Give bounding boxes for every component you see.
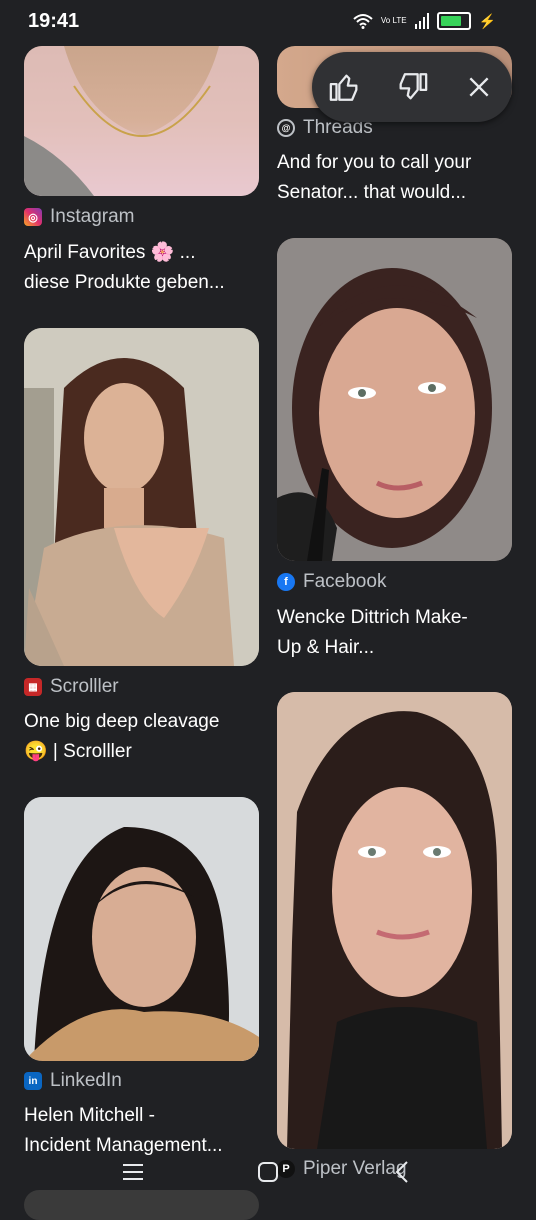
result-source-facebook[interactable]: f Facebook bbox=[277, 571, 386, 593]
result-image-linkedin[interactable] bbox=[24, 797, 259, 1061]
result-title-instagram[interactable]: April Favorites 🌸 ... diese Produkte geb… bbox=[24, 238, 264, 298]
system-nav-bar bbox=[0, 1144, 536, 1200]
close-feedback-button[interactable] bbox=[457, 65, 501, 109]
result-image-instagram[interactable] bbox=[24, 46, 259, 196]
signal-icon bbox=[414, 13, 429, 29]
threads-icon: @ bbox=[277, 119, 295, 137]
battery-icon bbox=[436, 12, 471, 30]
title-line: 😜 | Scrolller bbox=[24, 741, 132, 762]
scrolller-icon: ▦ bbox=[24, 678, 42, 696]
linkedin-icon: in bbox=[24, 1072, 42, 1090]
title-line: Up & Hair... bbox=[277, 637, 375, 658]
result-title-threads[interactable]: And for you to call your Senator... that… bbox=[277, 148, 517, 208]
facebook-icon: f bbox=[277, 573, 295, 591]
thumbs-down-icon bbox=[399, 73, 428, 100]
thumbs-up-icon bbox=[330, 74, 358, 101]
title-line: One big deep cleavage bbox=[24, 711, 220, 732]
title-line: Wencke Dittrich Make- bbox=[277, 607, 468, 628]
source-label: Scrolller bbox=[50, 676, 119, 697]
result-image-piper-verlag[interactable] bbox=[277, 692, 512, 1149]
volte-indicator: Vo LTE bbox=[380, 16, 407, 25]
back-icon bbox=[395, 1161, 408, 1183]
thumbs-up-button[interactable] bbox=[323, 65, 367, 109]
result-title-facebook[interactable]: Wencke Dittrich Make- Up & Hair... bbox=[277, 603, 517, 663]
menu-icon bbox=[123, 1164, 143, 1180]
result-source-linkedin[interactable]: in LinkedIn bbox=[24, 1070, 122, 1092]
thumbs-down-button[interactable] bbox=[390, 65, 434, 109]
source-label: Facebook bbox=[303, 571, 387, 592]
result-image-facebook[interactable] bbox=[277, 238, 512, 561]
charging-icon: ⚡ bbox=[478, 12, 496, 29]
result-source-instagram[interactable]: ◎ Instagram bbox=[24, 206, 134, 228]
back-button[interactable] bbox=[382, 1152, 422, 1192]
status-time: 19:41 bbox=[28, 10, 80, 32]
title-line: Helen Mitchell - bbox=[24, 1105, 155, 1126]
home-icon bbox=[258, 1162, 278, 1182]
title-line: diese Produkte geben... bbox=[24, 272, 225, 293]
result-source-scrolller[interactable]: ▦ Scrolller bbox=[24, 676, 119, 698]
title-line: And for you to call your bbox=[277, 152, 472, 173]
result-title-scrolller[interactable]: One big deep cleavage 😜 | Scrolller bbox=[24, 707, 264, 767]
status-bar: 19:41 Vo LTE ⚡ bbox=[0, 0, 536, 46]
battery-fill bbox=[440, 16, 461, 26]
recent-apps-button[interactable] bbox=[113, 1152, 153, 1192]
wifi-icon bbox=[353, 14, 373, 29]
source-label: LinkedIn bbox=[50, 1070, 122, 1091]
title-line: April Favorites 🌸 ... bbox=[24, 242, 196, 263]
result-image-scrolller[interactable] bbox=[24, 328, 259, 666]
home-button[interactable] bbox=[248, 1152, 288, 1192]
feedback-pill bbox=[312, 52, 512, 122]
title-line: Senator... that would... bbox=[277, 182, 467, 203]
source-label: Instagram bbox=[50, 206, 135, 227]
instagram-icon: ◎ bbox=[24, 208, 42, 226]
status-icons: Vo LTE ⚡ bbox=[353, 12, 496, 30]
close-icon bbox=[469, 77, 489, 97]
